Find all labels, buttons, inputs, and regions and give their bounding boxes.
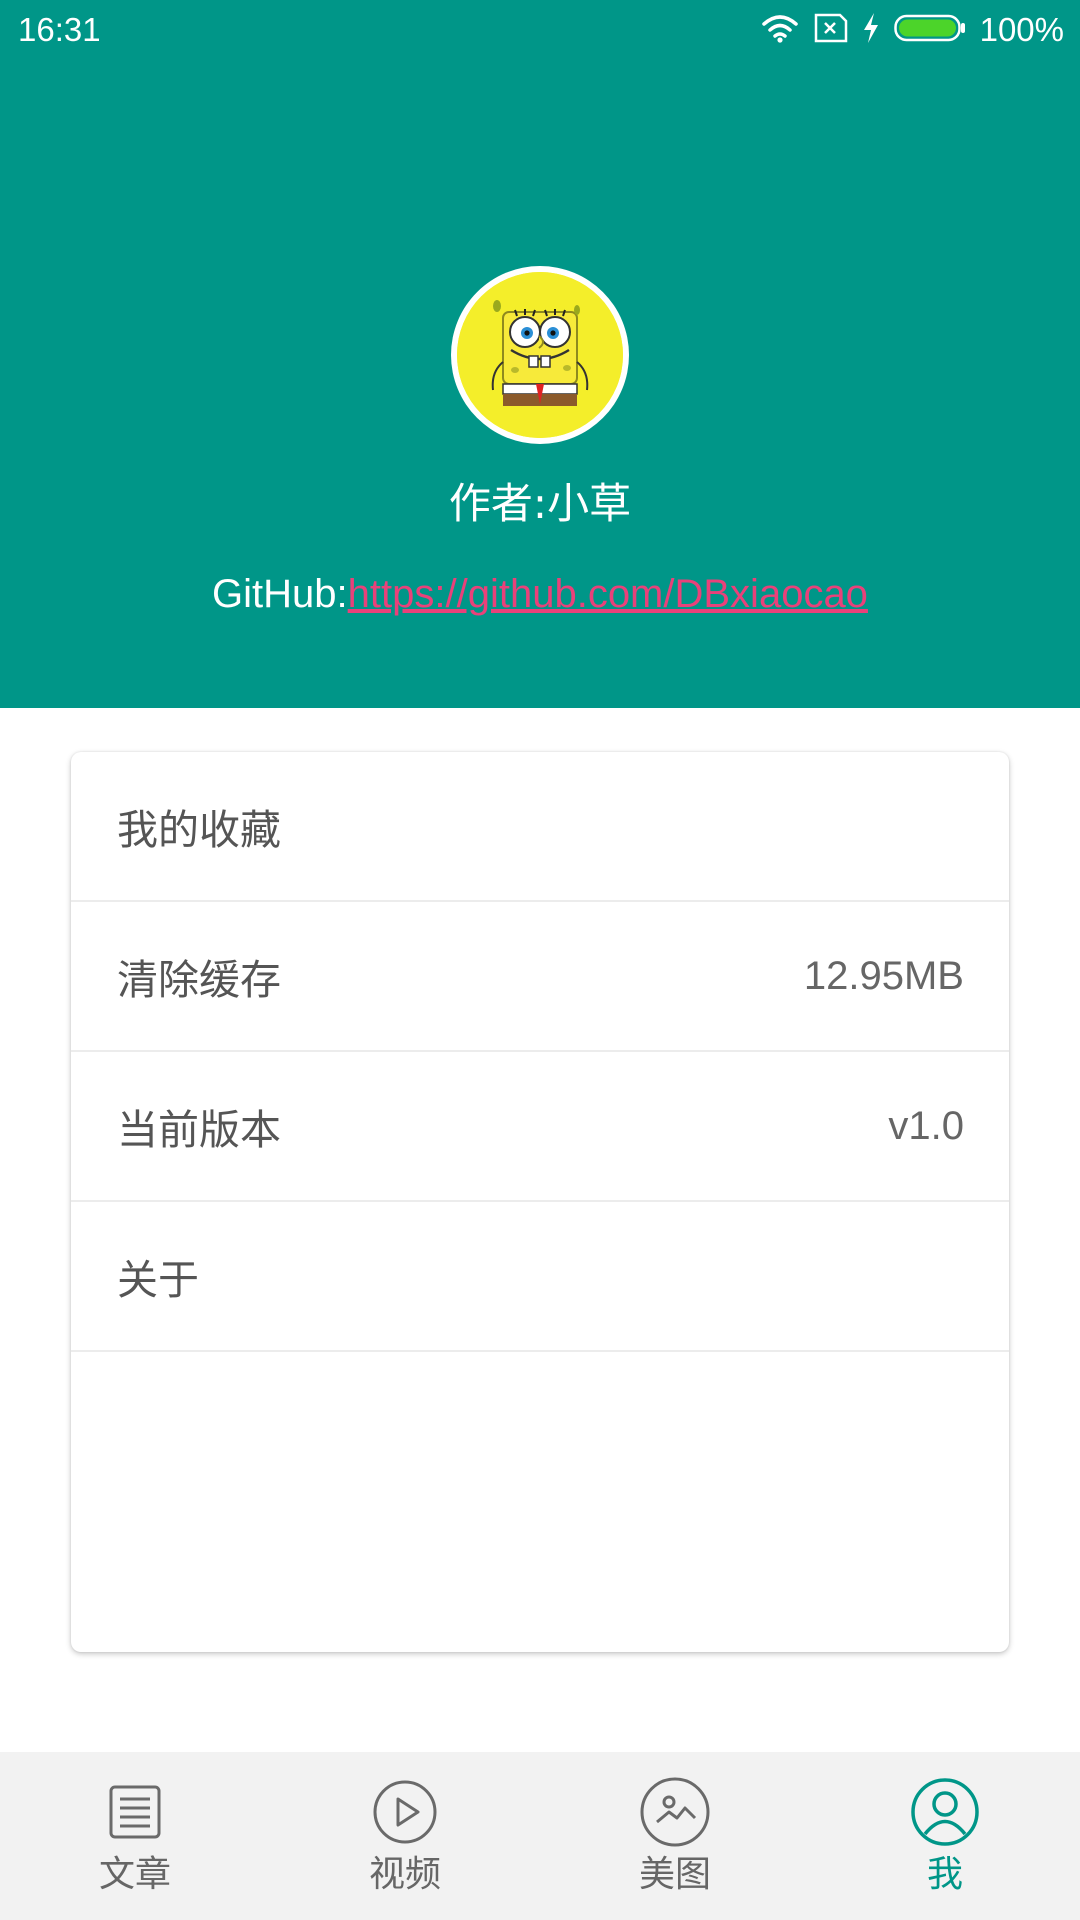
nav-label-images: 美图	[638, 1854, 711, 1895]
image-icon	[540, 1776, 810, 1848]
status-time: 16:31	[18, 11, 101, 48]
nav-label-articles: 文章	[98, 1854, 171, 1895]
author-name: 作者:小草	[448, 479, 632, 528]
favorites-item[interactable]: 我的收藏	[71, 752, 1009, 902]
nav-tab-articles[interactable]: 文章	[0, 1752, 270, 1920]
battery-icon	[893, 13, 966, 47]
wifi-icon	[760, 12, 800, 48]
version-item[interactable]: 当前版本 v1.0	[71, 1052, 1009, 1202]
version-value: v1.0	[888, 1103, 964, 1148]
battery-percent: 100%	[979, 11, 1064, 48]
person-icon	[810, 1776, 1080, 1848]
favorites-label: 我的收藏	[117, 806, 281, 854]
article-icon	[0, 1776, 270, 1848]
cache-size-value: 12.95MB	[803, 953, 964, 998]
avatar[interactable]	[451, 266, 629, 444]
status-bar: 16:31 100%	[0, 0, 1080, 62]
version-label: 当前版本	[117, 1106, 281, 1154]
nav-tab-images[interactable]: 美图	[540, 1752, 810, 1920]
github-line: GitHub:https://github.com/DBxiaocao	[0, 566, 1080, 622]
about-item[interactable]: 关于	[71, 1202, 1009, 1352]
nav-label-videos: 视频	[368, 1854, 441, 1895]
nav-tab-videos[interactable]: 视频	[270, 1752, 540, 1920]
profile-header: 16:31 100% 作者:小草 GitHub:https://github.c…	[0, 0, 1080, 708]
charging-icon	[862, 12, 880, 48]
nav-label-me: 我	[926, 1854, 963, 1895]
status-icons: 100%	[760, 10, 1064, 50]
clear-cache-label: 清除缓存	[117, 956, 281, 1004]
play-icon	[270, 1776, 540, 1848]
sim-off-icon	[814, 13, 848, 47]
bottom-nav: 文章 视频 美图 我	[0, 1752, 1080, 1920]
about-label: 关于	[117, 1256, 199, 1304]
spongebob-avatar-icon	[457, 272, 623, 438]
github-link[interactable]: https://github.com/DBxiaocao	[348, 572, 868, 616]
clear-cache-item[interactable]: 清除缓存 12.95MB	[71, 902, 1009, 1052]
github-label: GitHub:	[212, 572, 348, 616]
nav-tab-me[interactable]: 我	[810, 1752, 1080, 1920]
settings-card: 我的收藏 清除缓存 12.95MB 当前版本 v1.0 关于	[71, 752, 1009, 1652]
